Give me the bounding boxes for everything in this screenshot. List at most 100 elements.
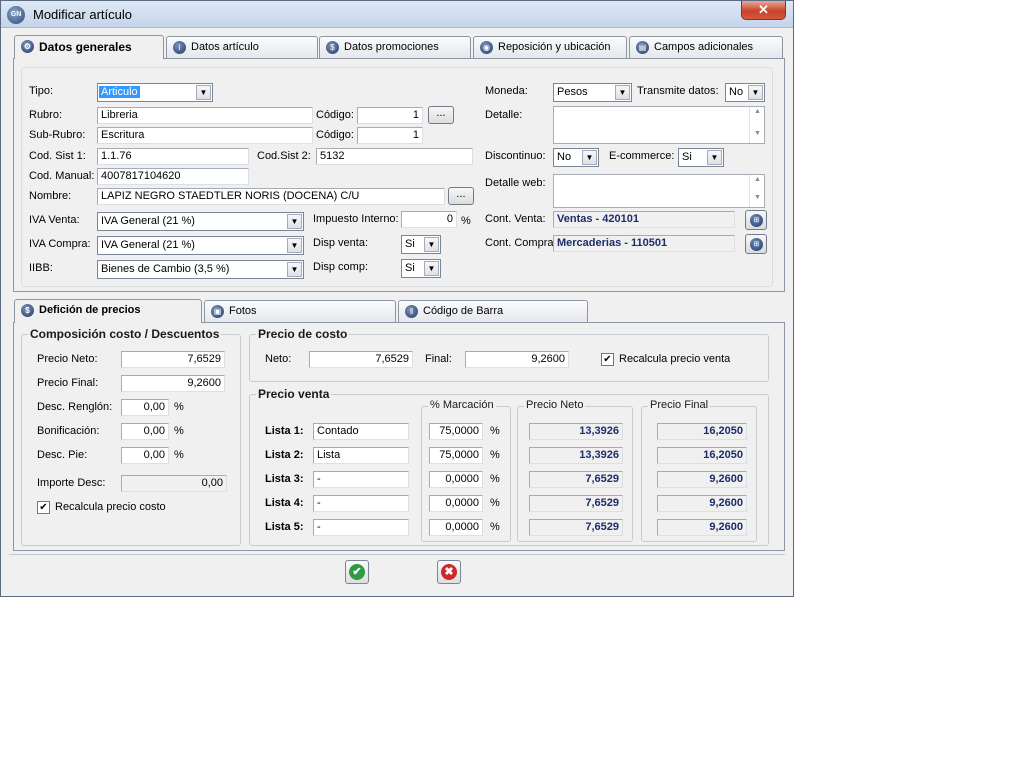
rubro-codigo-label: Código: (316, 109, 354, 121)
bonificacion-field[interactable]: 0,00 (121, 423, 169, 440)
recalcula-costo-checkbox[interactable]: ✔ (37, 501, 50, 514)
iibb-combo[interactable]: Bienes de Cambio (3,5 %) ▼ (97, 260, 304, 279)
rubro-field[interactable]: Libreria (97, 107, 313, 124)
tab-datos-promociones[interactable]: $ Datos promociones (319, 36, 471, 58)
discontinuo-label: Discontinuo: (485, 150, 546, 162)
lista-5-name-field[interactable]: - (313, 519, 409, 536)
precio-neto-label: Precio Neto: (37, 353, 98, 365)
chevron-down-icon[interactable]: ▼ (287, 262, 302, 277)
detalle-web-textarea[interactable]: ▲ ▼ (553, 174, 765, 208)
rubro-search-button[interactable]: ... (428, 106, 454, 124)
moneda-combo[interactable]: Pesos ▼ (553, 83, 632, 102)
chevron-down-icon[interactable]: ▼ (582, 150, 597, 165)
tab-campos-adicionales[interactable]: ▤ Campos adicionales (629, 36, 783, 58)
disp-comp-combo[interactable]: Si ▼ (401, 259, 441, 278)
lista-5-marcacion-field[interactable]: 0,0000 (429, 519, 483, 536)
chevron-down-icon[interactable]: ▼ (424, 237, 439, 252)
lista-1-name-field[interactable]: Contado (313, 423, 409, 440)
costo-neto-field[interactable]: 7,6529 (309, 351, 413, 368)
desc-pie-unit: % (174, 449, 184, 461)
lista-3-name-field[interactable]: - (313, 471, 409, 488)
lista-1-marcacion-field[interactable]: 75,0000 (429, 423, 483, 440)
lista-4-final-field: 9,2600 (657, 495, 747, 512)
lista-4-unit: % (490, 497, 500, 509)
close-button[interactable]: ✕ (741, 1, 786, 20)
tab-definicion-precios[interactable]: $ Defición de precios (14, 299, 202, 323)
chevron-down-icon[interactable]: ▼ (287, 214, 302, 229)
iva-venta-combo[interactable]: IVA General (21 %) ▼ (97, 212, 304, 231)
photo-icon: ▣ (211, 305, 224, 318)
cont-compra-label: Cont. Compra: (485, 237, 557, 249)
cod-manual-label: Cod. Manual: (29, 170, 95, 182)
chevron-down-icon[interactable]: ▼ (707, 150, 722, 165)
costo-final-field[interactable]: 9,2600 (465, 351, 569, 368)
tipo-combo[interactable]: Articulo ▼ (97, 83, 213, 102)
lista-4-name-field[interactable]: - (313, 495, 409, 512)
transmite-combo[interactable]: No ▼ (725, 83, 765, 102)
cont-compra-field: Mercaderias - 110501 (553, 235, 735, 252)
rubro-codigo-field[interactable]: 1 (357, 107, 423, 124)
detalle-scrollbar[interactable]: ▲ ▼ (749, 107, 764, 143)
percent-icon: $ (326, 41, 339, 54)
lista-2-unit: % (490, 449, 500, 461)
recalcula-venta-checkbox[interactable]: ✔ (601, 353, 614, 366)
recalcula-costo-label: Recalcula precio costo (55, 501, 166, 513)
subrubro-field[interactable]: Escritura (97, 127, 313, 144)
accept-button[interactable]: ✔ (345, 560, 369, 584)
scroll-down-icon[interactable]: ▼ (750, 130, 765, 142)
cont-compra-select-button[interactable]: ⊞ (745, 234, 767, 254)
bonificacion-unit: % (174, 425, 184, 437)
cont-venta-select-button[interactable]: ⊞ (745, 210, 767, 230)
scroll-down-icon[interactable]: ▼ (750, 194, 765, 206)
lista-4-marcacion-field[interactable]: 0,0000 (429, 495, 483, 512)
desc-renglon-field[interactable]: 0,00 (121, 399, 169, 416)
app-logo-icon: GN (7, 6, 25, 24)
tab-datos-articulo[interactable]: i Datos artículo (166, 36, 318, 58)
cont-venta-label: Cont. Venta: (485, 213, 546, 225)
box-icon: ◉ (480, 41, 493, 54)
nombre-search-button[interactable]: ... (448, 187, 474, 205)
lista-3-marcacion-field[interactable]: 0,0000 (429, 471, 483, 488)
discontinuo-combo[interactable]: No ▼ (553, 148, 599, 167)
tab-codigo-barra[interactable]: ‖ Código de Barra (398, 300, 588, 322)
chevron-down-icon[interactable]: ▼ (615, 85, 630, 100)
cod-manual-field[interactable]: 4007817104620 (97, 168, 249, 185)
impuesto-interno-label: Impuesto Interno: (313, 213, 399, 225)
chevron-down-icon[interactable]: ▼ (424, 261, 439, 276)
precio-final-field[interactable]: 9,2600 (121, 375, 225, 392)
lista-2-name-field[interactable]: Lista (313, 447, 409, 464)
subrubro-codigo-field[interactable]: 1 (357, 127, 423, 144)
nombre-field[interactable]: LAPIZ NEGRO STAEDTLER NORIS (DOCENA) C/U (97, 188, 445, 205)
iva-compra-combo[interactable]: IVA General (21 %) ▼ (97, 236, 304, 255)
scroll-up-icon[interactable]: ▲ (750, 176, 765, 188)
tab-datos-generales[interactable]: ⚙ Datos generales (14, 35, 164, 59)
precio-venta-title: Precio venta (256, 387, 332, 401)
tab-fotos[interactable]: ▣ Fotos (204, 300, 396, 322)
lista-2-label: Lista 2: (265, 449, 304, 461)
lista-5-unit: % (490, 521, 500, 533)
title-bar[interactable]: GN Modificar artículo ✕ (1, 1, 793, 28)
cod-sist2-field[interactable]: 5132 (316, 148, 473, 165)
costo-neto-label: Neto: (265, 353, 292, 365)
precio-neto-field[interactable]: 7,6529 (121, 351, 225, 368)
cancel-button[interactable]: ✖ (437, 560, 461, 584)
chevron-down-icon[interactable]: ▼ (287, 238, 302, 253)
impuesto-interno-field[interactable]: 0 (401, 211, 457, 228)
rubro-label: Rubro: (29, 109, 63, 121)
lista-5-label: Lista 5: (265, 521, 304, 533)
chevron-down-icon[interactable]: ▼ (748, 85, 763, 100)
folder-icon: ▤ (636, 41, 649, 54)
desc-pie-field[interactable]: 0,00 (121, 447, 169, 464)
lista-1-neto-field: 13,3926 (529, 423, 623, 440)
detalle-web-scrollbar[interactable]: ▲ ▼ (749, 175, 764, 207)
lista-2-marcacion-field[interactable]: 75,0000 (429, 447, 483, 464)
detalle-textarea[interactable]: ▲ ▼ (553, 106, 765, 144)
cod-sist1-field[interactable]: 1.1.76 (97, 148, 249, 165)
disp-venta-combo[interactable]: Si ▼ (401, 235, 441, 254)
desc-pie-label: Desc. Pie: (37, 449, 88, 461)
barcode-icon: ‖ (405, 305, 418, 318)
tab-reposicion-ubicacion[interactable]: ◉ Reposición y ubicación (473, 36, 627, 58)
chevron-down-icon[interactable]: ▼ (196, 85, 211, 100)
ecommerce-combo[interactable]: Si ▼ (678, 148, 724, 167)
scroll-up-icon[interactable]: ▲ (750, 108, 765, 120)
